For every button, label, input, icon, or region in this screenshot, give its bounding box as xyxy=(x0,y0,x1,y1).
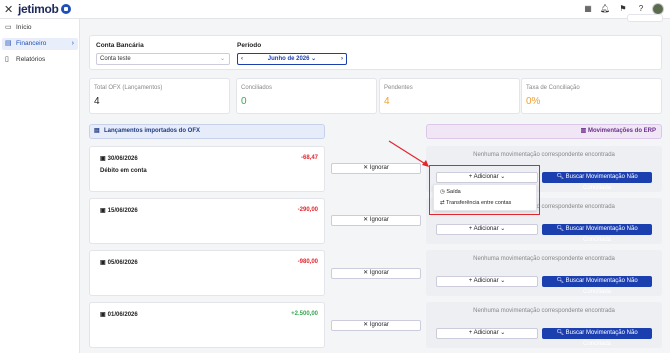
account-value: Conta teste xyxy=(100,56,131,62)
row-amount: -290,00 xyxy=(297,207,318,213)
row-date: ▣ 15/06/2026 xyxy=(100,208,138,214)
filters-card: Conta Bancária Conta teste ⌄ Período ‹ J… xyxy=(89,35,662,70)
menu-item-transferencia[interactable]: ⇄ Transferência entre contas xyxy=(440,200,511,206)
ofx-row: ▣ 15/06/2026 -290,00 xyxy=(89,198,325,244)
no-match-message: Nenhuma movimentação correspondente enco… xyxy=(473,308,615,314)
period-value: Junho de 2026 xyxy=(267,56,310,62)
ofx-section-title: Lançamentos importados do OFX xyxy=(104,128,201,134)
ofx-row: ▣ 30/06/2026 -68,47 Débito em conta xyxy=(89,146,325,192)
row-date: ▣ 01/06/2026 xyxy=(100,312,138,318)
calendar-icon: ▣ xyxy=(100,156,106,162)
apps-grid-icon[interactable]: ▦ xyxy=(583,4,593,14)
ofx-row: ▣ 01/06/2026 +2.500,00 xyxy=(89,302,325,348)
sidebar: ▭ Início ▤ Financeiro › ▯ Relatórios xyxy=(0,19,80,353)
stat-card-pendentes: Pendentes 4 xyxy=(379,78,520,114)
chevron-down-icon: ⌄ xyxy=(311,56,317,62)
sidebar-item-label: Início xyxy=(16,24,32,31)
transfer-icon: ⇄ xyxy=(440,200,445,206)
erp-section-title: Movimentações do ERP xyxy=(587,128,656,134)
calendar-icon: ▣ xyxy=(100,312,106,318)
calendar-icon: ▣ xyxy=(100,260,106,266)
stat-card-taxa: Taxa de Conciliação 0% xyxy=(521,78,662,114)
clock-icon: ◷ xyxy=(440,189,445,195)
header-action-button[interactable] xyxy=(627,14,663,22)
stat-card-total: Total OFX (Lançamentos) 4 xyxy=(89,78,230,114)
ofx-section-header: ▤ Lançamentos importados do OFX xyxy=(89,124,325,139)
row-amount: -980,00 xyxy=(297,259,318,265)
row-amount: +2.500,00 xyxy=(291,311,318,317)
ignore-button[interactable]: ✕ Ignorar xyxy=(331,215,421,226)
app-logo[interactable]: jetimob xyxy=(18,2,71,16)
search-unreconciled-button[interactable]: 🔍︎ Buscar Movimentação Não Conciliada xyxy=(542,172,652,191)
add-dropdown-menu: ◷ Saída ⇄ Transferência entre contas xyxy=(433,184,537,211)
close-icon[interactable]: ✕ xyxy=(4,3,13,16)
stat-title: Taxa de Conciliação xyxy=(526,85,580,91)
bank-icon: ▤ xyxy=(94,128,100,134)
stat-title: Pendentes xyxy=(384,85,413,91)
chevron-down-icon: ⌄ xyxy=(219,56,225,62)
stat-value: 0 xyxy=(241,96,247,107)
ignore-button[interactable]: ✕ Ignorar xyxy=(331,163,421,174)
search-unreconciled-button[interactable]: 🔍︎ Buscar Movimentação Não Conciliada xyxy=(542,224,652,243)
sidebar-item-inicio[interactable]: ▭ Início xyxy=(2,22,78,34)
account-label: Conta Bancária xyxy=(96,42,144,49)
row-date: ▣ 30/06/2026 xyxy=(100,156,138,162)
erp-icon: ▥ xyxy=(580,128,587,134)
row-date: ▣ 05/06/2026 xyxy=(100,260,138,266)
period-label: Período xyxy=(237,42,262,49)
stat-value: 0% xyxy=(526,96,541,107)
ignore-button[interactable]: ✕ Ignorar xyxy=(331,268,421,279)
top-bar: ✕ jetimob ▦ 🔔︎ ⚑ ? xyxy=(0,0,670,19)
bank-icon: ▤ xyxy=(5,40,12,47)
stat-title: Conciliados xyxy=(241,85,273,91)
no-match-message: Nenhuma movimentação correspondente enco… xyxy=(473,152,615,158)
ofx-row: ▣ 05/06/2026 -980,00 xyxy=(89,250,325,296)
erp-section-header: ▥ Movimentações do ERP xyxy=(426,124,662,139)
stat-title: Total OFX (Lançamentos) xyxy=(94,85,163,91)
flag-icon[interactable]: ⚑ xyxy=(618,4,628,14)
period-picker[interactable]: ‹ Junho de 2026 ⌄ › xyxy=(237,53,347,65)
chevron-left-icon[interactable]: ‹ xyxy=(241,54,243,64)
chevron-right-icon: › xyxy=(71,40,74,47)
stat-value: 4 xyxy=(94,96,100,107)
ignore-button[interactable]: ✕ Ignorar xyxy=(331,320,421,331)
sidebar-item-financeiro[interactable]: ▤ Financeiro › xyxy=(2,38,78,50)
add-button[interactable]: + Adicionar ⌄ xyxy=(436,328,538,339)
bell-icon[interactable]: 🔔︎ xyxy=(600,4,610,14)
sidebar-item-relatorios[interactable]: ▯ Relatórios xyxy=(2,54,78,66)
add-button[interactable]: + Adicionar ⌄ xyxy=(436,224,538,235)
logo-text: jetimob xyxy=(18,2,59,16)
add-button[interactable]: + Adicionar ⌄ xyxy=(436,172,538,183)
menu-item-saida[interactable]: ◷ Saída xyxy=(440,189,461,195)
report-icon: ▯ xyxy=(5,56,9,63)
home-icon: ▭ xyxy=(5,24,12,31)
search-unreconciled-button[interactable]: 🔍︎ Buscar Movimentação Não Conciliada xyxy=(542,276,652,295)
calendar-icon: ▣ xyxy=(100,208,106,214)
help-icon[interactable]: ? xyxy=(636,4,646,14)
row-amount: -68,47 xyxy=(300,155,318,161)
account-select[interactable]: Conta teste ⌄ xyxy=(96,53,230,65)
add-button[interactable]: + Adicionar ⌄ xyxy=(436,276,538,287)
stat-value: 4 xyxy=(384,96,390,107)
search-unreconciled-button[interactable]: 🔍︎ Buscar Movimentação Não Conciliada xyxy=(542,328,652,347)
sidebar-item-label: Relatórios xyxy=(16,56,46,63)
logo-mark-icon xyxy=(60,4,71,14)
erp-match-box: Nenhuma movimentação correspondente enco… xyxy=(426,302,662,348)
erp-match-box: Nenhuma movimentação correspondente enco… xyxy=(426,250,662,296)
sidebar-item-label: Financeiro xyxy=(16,40,47,47)
no-match-message: Nenhuma movimentação correspondente enco… xyxy=(473,256,615,262)
row-description: Débito em conta xyxy=(100,168,147,174)
chevron-right-icon[interactable]: › xyxy=(341,54,343,64)
stat-card-conciliados: Conciliados 0 xyxy=(236,78,377,114)
